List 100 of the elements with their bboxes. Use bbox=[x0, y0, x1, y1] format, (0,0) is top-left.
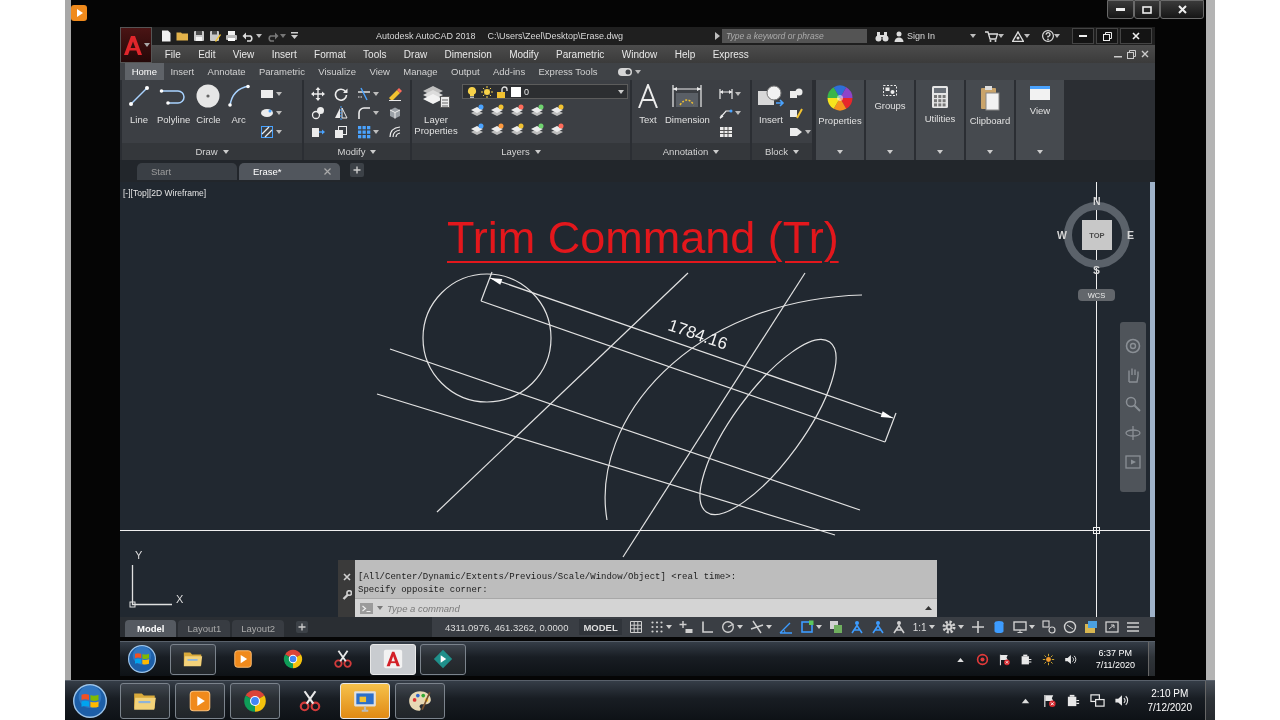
plus-icon[interactable] bbox=[350, 163, 364, 177]
ribbon-button[interactable]: Polyline bbox=[154, 84, 194, 125]
menu-item[interactable]: Window bbox=[613, 48, 666, 60]
close-icon[interactable] bbox=[1141, 50, 1149, 58]
folder-icon[interactable] bbox=[176, 30, 189, 42]
ribbon-panel-button[interactable]: View bbox=[1016, 80, 1064, 160]
linear-dimension-icon[interactable] bbox=[718, 87, 733, 101]
record-icon[interactable] bbox=[975, 652, 989, 666]
dot-grid-icon[interactable] bbox=[649, 620, 664, 634]
menu-item[interactable]: Tools bbox=[354, 48, 396, 60]
wrench-icon[interactable] bbox=[341, 590, 352, 600]
ribbon-panel-button[interactable]: Utilities bbox=[916, 80, 964, 160]
menu-item[interactable]: Express bbox=[703, 48, 758, 60]
attribute-icon[interactable] bbox=[789, 125, 803, 139]
fullscreen-icon[interactable] bbox=[1104, 620, 1119, 634]
ribbon-button[interactable]: Line bbox=[124, 84, 154, 125]
caret-icon[interactable] bbox=[815, 625, 822, 629]
eraser-icon[interactable] bbox=[388, 87, 402, 101]
speaker-icon[interactable] bbox=[1063, 652, 1077, 666]
menu-item[interactable]: Edit bbox=[189, 48, 225, 60]
panel-title-button[interactable]: Block bbox=[752, 143, 812, 160]
ribbon-tab[interactable]: Express Tools bbox=[531, 63, 605, 80]
stacked-squares-icon[interactable] bbox=[828, 620, 843, 634]
caret-icon[interactable] bbox=[275, 92, 282, 96]
menu-item[interactable]: Insert bbox=[263, 48, 306, 60]
caret-icon[interactable] bbox=[256, 34, 262, 38]
figure-icon[interactable] bbox=[849, 620, 864, 634]
toggle-icon[interactable] bbox=[618, 67, 633, 76]
ribbon-tab[interactable]: Visualize bbox=[311, 63, 363, 80]
minimize-button[interactable] bbox=[1107, 0, 1134, 19]
triangle-icon[interactable] bbox=[1012, 30, 1024, 42]
square-snap-icon[interactable] bbox=[799, 620, 814, 634]
ribbon-tab[interactable]: Manage bbox=[396, 63, 445, 80]
caret-icon[interactable] bbox=[970, 34, 976, 38]
hatch-icon[interactable] bbox=[259, 125, 274, 139]
plus-icon[interactable] bbox=[296, 621, 309, 633]
plus-icon[interactable] bbox=[970, 620, 985, 634]
search-field[interactable]: Type a keyword or phrase bbox=[721, 29, 867, 43]
caret-icon[interactable] bbox=[1024, 34, 1030, 38]
printer-icon[interactable] bbox=[225, 30, 238, 42]
menu-item[interactable]: Format bbox=[305, 48, 355, 60]
ribbon-panel-button[interactable]: Clipboard bbox=[966, 80, 1014, 160]
menu-item[interactable]: Help bbox=[666, 48, 704, 60]
panel-title-button[interactable]: Modify bbox=[304, 143, 410, 160]
person-icon[interactable] bbox=[893, 30, 904, 42]
close-button[interactable] bbox=[1160, 0, 1204, 19]
caret-icon[interactable] bbox=[1054, 34, 1060, 38]
caret-icon[interactable] bbox=[373, 130, 379, 134]
start-button[interactable] bbox=[128, 645, 156, 673]
binoculars-icon[interactable] bbox=[874, 30, 889, 42]
layer-stack-icon[interactable] bbox=[550, 123, 564, 137]
menu-item[interactable]: View bbox=[224, 48, 263, 60]
menu-item[interactable]: Modify bbox=[500, 48, 548, 60]
maximize-button[interactable] bbox=[1134, 0, 1160, 19]
restore-button[interactable] bbox=[1096, 28, 1118, 44]
ribbon-button[interactable]: Circle bbox=[193, 84, 224, 125]
ribbon-tab[interactable]: Insert bbox=[163, 63, 201, 80]
network-icon[interactable] bbox=[1089, 693, 1105, 708]
block-create-icon[interactable] bbox=[789, 87, 803, 101]
file-tab[interactable]: Erase* bbox=[239, 163, 340, 180]
caret-icon[interactable] bbox=[275, 111, 282, 115]
restore-icon[interactable] bbox=[1127, 49, 1136, 59]
copy-icon[interactable] bbox=[311, 106, 325, 120]
caret-icon[interactable] bbox=[665, 625, 672, 629]
annotation-scale-button[interactable]: 1:1 bbox=[912, 621, 927, 633]
menu-item[interactable]: Dimension bbox=[435, 48, 501, 60]
table-icon[interactable] bbox=[718, 125, 733, 139]
taskbar-app-button[interactable] bbox=[395, 682, 445, 719]
show-desktop-button[interactable] bbox=[1148, 642, 1155, 676]
triangle-up-icon[interactable] bbox=[925, 606, 932, 610]
command-input[interactable]: Type a command bbox=[387, 601, 921, 615]
overlapping-rectangles-icon[interactable] bbox=[1083, 620, 1098, 634]
layer-stack-icon[interactable] bbox=[530, 123, 544, 137]
app-menu-button[interactable] bbox=[120, 27, 152, 63]
caret-icon[interactable] bbox=[275, 130, 282, 134]
caret-icon[interactable] bbox=[734, 111, 741, 115]
stretch-icon[interactable] bbox=[311, 125, 325, 139]
ribbon-tab[interactable]: Output bbox=[444, 63, 487, 80]
sign-in-button[interactable]: Sign In bbox=[906, 31, 935, 41]
panel-title-button[interactable]: Draw bbox=[122, 143, 302, 160]
array-icon[interactable] bbox=[357, 125, 371, 139]
close-icon[interactable] bbox=[342, 573, 351, 581]
trim-icon[interactable] bbox=[357, 87, 371, 101]
right-angle-icon[interactable] bbox=[699, 620, 714, 634]
figure-icon[interactable] bbox=[870, 620, 885, 634]
power-plug-icon[interactable] bbox=[1019, 652, 1033, 666]
layer-stack-icon[interactable] bbox=[490, 104, 504, 118]
caret-icon[interactable] bbox=[736, 625, 743, 629]
model-space-button[interactable]: MODEL bbox=[579, 619, 622, 635]
layer-stack-icon[interactable] bbox=[550, 104, 564, 118]
play-icon[interactable] bbox=[71, 5, 87, 21]
customize-menu-icon[interactable] bbox=[290, 31, 299, 41]
ribbon-panel-button[interactable]: Properties bbox=[816, 80, 864, 160]
close-icon[interactable] bbox=[324, 168, 331, 175]
caret-icon[interactable] bbox=[765, 625, 772, 629]
gear-icon[interactable] bbox=[941, 620, 956, 634]
caret-icon[interactable] bbox=[373, 111, 379, 115]
caret-icon[interactable] bbox=[635, 69, 642, 74]
power-plug-icon[interactable] bbox=[1065, 693, 1081, 708]
four-arrows-icon[interactable] bbox=[311, 87, 325, 101]
